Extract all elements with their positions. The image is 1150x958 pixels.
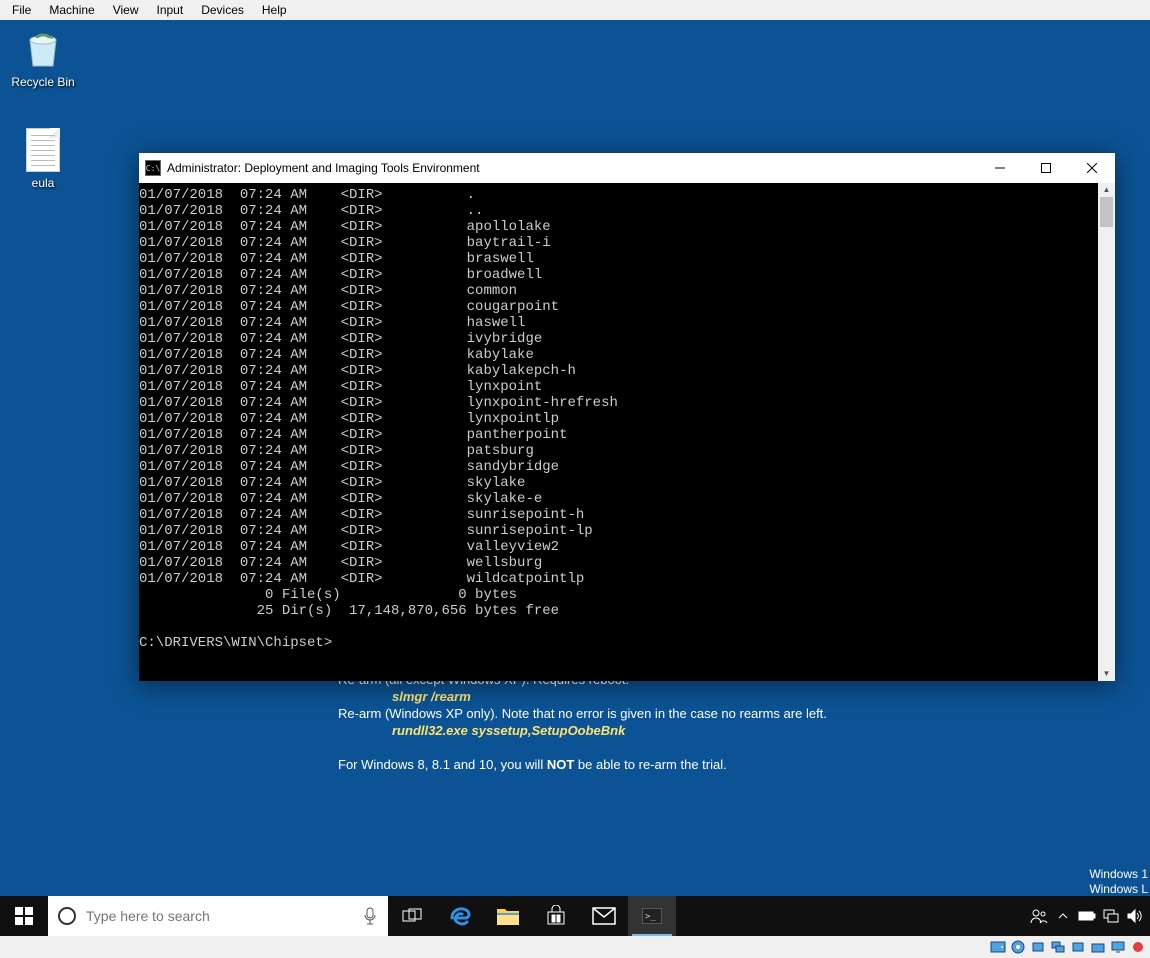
start-button[interactable] <box>0 896 48 936</box>
scroll-thumb[interactable] <box>1100 197 1113 227</box>
cmd-output-area[interactable]: 01/07/2018 07:24 AM <DIR> . 01/07/2018 0… <box>139 183 1098 681</box>
cmd-window[interactable]: C:\ Administrator: Deployment and Imagin… <box>139 153 1115 681</box>
tray-network-icon[interactable] <box>1100 896 1122 936</box>
people-icon[interactable] <box>1028 896 1050 936</box>
windows-logo-icon <box>15 907 33 925</box>
scroll-up-icon[interactable]: ▲ <box>1098 183 1115 197</box>
vm-menu-help[interactable]: Help <box>254 2 295 18</box>
vm-menu-file[interactable]: File <box>4 2 39 18</box>
windows-taskbar: >_ <box>0 896 1150 936</box>
taskbar-app-explorer[interactable] <box>484 896 532 936</box>
cmd-prompt: C:\DRIVERS\WIN\Chipset> <box>139 635 332 651</box>
edge-icon <box>448 904 472 928</box>
cmd-title: Administrator: Deployment and Imaging To… <box>167 161 977 175</box>
tray-battery-icon[interactable] <box>1076 896 1098 936</box>
vm-recording-icon[interactable] <box>1130 939 1146 955</box>
desktop-icon-label: eula <box>5 176 81 190</box>
system-tray <box>1024 896 1150 936</box>
maximize-button[interactable] <box>1023 153 1069 183</box>
desktop-background-text: Re-arm (all except Windows XP). Requires… <box>338 671 827 773</box>
text-file-icon <box>26 128 60 172</box>
task-view-icon <box>402 908 422 924</box>
vm-hdd-icon[interactable] <box>990 939 1006 955</box>
file-explorer-icon <box>496 905 520 927</box>
search-input[interactable] <box>86 908 352 924</box>
svg-text:>_: >_ <box>645 912 656 922</box>
recycle-bin-icon <box>20 26 66 72</box>
taskbar-app-edge[interactable] <box>436 896 484 936</box>
vm-shared-folders-icon[interactable] <box>1090 939 1106 955</box>
vm-display-icon[interactable] <box>1110 939 1126 955</box>
tray-volume-icon[interactable] <box>1124 896 1146 936</box>
cmd-titlebar[interactable]: C:\ Administrator: Deployment and Imagin… <box>139 153 1115 183</box>
cmd-icon: >_ <box>642 908 662 924</box>
mic-icon[interactable] <box>352 907 388 925</box>
bg-line3: For Windows 8, 8.1 and 10, you will NOT … <box>338 756 827 773</box>
vm-menu-devices[interactable]: Devices <box>193 2 252 18</box>
cmd-scrollbar[interactable]: ▲ ▼ <box>1098 183 1115 681</box>
mail-icon <box>592 907 616 925</box>
taskbar-search[interactable] <box>48 896 388 936</box>
vm-optical-icon[interactable] <box>1010 939 1026 955</box>
task-view-button[interactable] <box>388 896 436 936</box>
vm-menubar: File Machine View Input Devices Help <box>0 0 1150 20</box>
vm-menu-machine[interactable]: Machine <box>41 2 102 18</box>
vm-menu-view[interactable]: View <box>105 2 147 18</box>
windows-desktop[interactable]: Re-arm (all except Windows XP). Requires… <box>0 20 1150 916</box>
vm-menu-input[interactable]: Input <box>149 2 192 18</box>
close-button[interactable] <box>1069 153 1115 183</box>
bg-cmd2: rundll32.exe syssetup,SetupOobeBnk <box>392 722 827 739</box>
taskbar-app-mail[interactable] <box>580 896 628 936</box>
minimize-button[interactable] <box>977 153 1023 183</box>
vm-status-bar <box>0 936 1150 958</box>
scroll-down-icon[interactable]: ▼ <box>1098 667 1115 681</box>
vm-network-icon[interactable] <box>1050 939 1066 955</box>
store-icon <box>545 905 567 927</box>
vm-audio-icon[interactable] <box>1030 939 1046 955</box>
cortana-icon[interactable] <box>48 907 86 925</box>
taskbar-app-cmd[interactable]: >_ <box>628 896 676 936</box>
desktop-icon-recycle-bin[interactable]: Recycle Bin <box>5 26 81 89</box>
desktop-icon-label: Recycle Bin <box>5 75 81 89</box>
bg-cmd1: slmgr /rearm <box>392 688 827 705</box>
bg-line2: Re-arm (Windows XP only). Note that no e… <box>338 705 827 722</box>
taskbar-app-store[interactable] <box>532 896 580 936</box>
vm-usb-icon[interactable] <box>1070 939 1086 955</box>
cmd-titlebar-icon: C:\ <box>145 160 161 176</box>
tray-chevron-up-icon[interactable] <box>1052 896 1074 936</box>
desktop-icon-eula[interactable]: eula <box>5 128 81 190</box>
